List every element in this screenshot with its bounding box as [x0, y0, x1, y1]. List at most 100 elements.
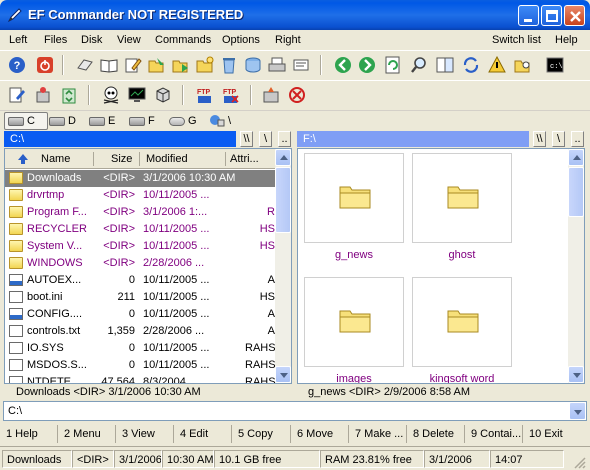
- right-vertical-scrollbar[interactable]: [568, 149, 584, 383]
- f3-view-button[interactable]: 3 View: [116, 425, 174, 443]
- cube-icon[interactable]: [154, 86, 172, 104]
- file-row[interactable]: RECYCLER <DIR> 10/11/2005 ... HS: [5, 221, 277, 238]
- scroll-up-button[interactable]: [568, 149, 584, 166]
- command-line-value: C:\: [8, 405, 23, 417]
- command-line-input[interactable]: C:\: [3, 401, 587, 421]
- close-button[interactable]: [564, 5, 585, 26]
- file-row[interactable]: CONFIG.... 0 10/11/2005 ... A: [5, 306, 277, 323]
- file-row[interactable]: Program F... <DIR> 3/1/2006 1:... R: [5, 204, 277, 221]
- scroll-thumb[interactable]: [275, 167, 291, 233]
- left-up-button[interactable]: ..: [278, 131, 291, 147]
- find-icon[interactable]: [410, 56, 428, 74]
- edit-doc-icon[interactable]: [8, 86, 26, 104]
- burn-cd-icon[interactable]: [262, 86, 280, 104]
- properties-icon[interactable]: [292, 56, 310, 74]
- ftp-connect-icon[interactable]: FTP: [196, 86, 214, 104]
- f8-delete-button[interactable]: 8 Delete: [407, 425, 465, 443]
- file-row[interactable]: System V... <DIR> 10/11/2005 ... HS: [5, 238, 277, 255]
- f1-help-button[interactable]: 1 Help: [0, 425, 58, 443]
- menu-options[interactable]: Options: [222, 34, 260, 46]
- recycle-bin-icon[interactable]: [220, 56, 238, 74]
- refresh-icon[interactable]: [384, 56, 402, 74]
- column-attributes[interactable]: Attri...: [230, 153, 259, 165]
- copy-files-icon[interactable]: [148, 56, 166, 74]
- file-row[interactable]: drvrtmp <DIR> 10/11/2005 ...: [5, 187, 277, 204]
- forward-arrow-icon[interactable]: [358, 56, 376, 74]
- f5-copy-button[interactable]: 5 Copy: [232, 425, 291, 443]
- skull-icon[interactable]: [102, 86, 120, 104]
- sync-icon[interactable]: [462, 56, 480, 74]
- f2-menu-button[interactable]: 2 Menu: [58, 425, 116, 443]
- right-root-button[interactable]: \\: [533, 131, 546, 147]
- menu-left[interactable]: Left: [9, 34, 27, 46]
- file-row[interactable]: NTDETE... 47,564 8/3/2004 ... RAHS: [5, 374, 277, 383]
- view-book-icon[interactable]: [100, 56, 118, 74]
- menu-files[interactable]: Files: [44, 34, 67, 46]
- f4-edit-button[interactable]: 4 Edit: [174, 425, 232, 443]
- search-folder-icon[interactable]: [514, 56, 532, 74]
- file-row-downloads[interactable]: Downloads <DIR> 3/1/2006 10:30 AM: [5, 170, 277, 187]
- drive-d-button[interactable]: D: [46, 112, 79, 130]
- column-modified[interactable]: Modified: [146, 153, 188, 165]
- menu-right[interactable]: Right: [275, 34, 301, 46]
- power-icon[interactable]: [36, 56, 54, 74]
- drive-c-button[interactable]: C: [4, 112, 48, 130]
- left-root-button[interactable]: \\: [240, 131, 253, 147]
- edit-pencil-icon[interactable]: [124, 56, 142, 74]
- compare-icon[interactable]: [436, 56, 454, 74]
- f7-make-dir-button[interactable]: 7 Make ...: [349, 425, 407, 443]
- menu-commands[interactable]: Commands: [155, 34, 211, 46]
- right-up-button[interactable]: ..: [571, 131, 584, 147]
- packer-icon[interactable]: [34, 86, 52, 104]
- f9-container-button[interactable]: 9 Contai...: [465, 425, 523, 443]
- file-row[interactable]: controls.txt 1,359 2/28/2006 ... A: [5, 323, 277, 340]
- cancel-icon[interactable]: [288, 86, 306, 104]
- left-path[interactable]: C:\: [4, 131, 236, 147]
- file-row[interactable]: boot.ini 211 10/11/2005 ... HS: [5, 289, 277, 306]
- drive-g-button[interactable]: G: [166, 112, 200, 130]
- scroll-up-button[interactable]: [275, 149, 291, 166]
- left-back-button[interactable]: \: [259, 131, 272, 147]
- new-folder-icon[interactable]: [196, 56, 214, 74]
- column-size[interactable]: Size: [111, 153, 132, 165]
- minimize-button[interactable]: [518, 5, 539, 26]
- network-drive-button[interactable]: \: [206, 112, 234, 130]
- drive-f-button[interactable]: F: [126, 112, 158, 130]
- recycle-icon[interactable]: [60, 86, 78, 104]
- move-files-icon[interactable]: [172, 56, 190, 74]
- eraser-icon[interactable]: [76, 56, 94, 74]
- scroll-thumb[interactable]: [568, 167, 584, 217]
- resize-grip-icon[interactable]: [572, 455, 586, 469]
- help-icon[interactable]: ?: [8, 56, 26, 74]
- right-path[interactable]: F:\: [297, 131, 529, 147]
- sort-up-arrow-icon[interactable]: [17, 153, 29, 165]
- scroll-down-button[interactable]: [275, 366, 291, 383]
- menu-help[interactable]: Help: [555, 34, 578, 46]
- maximize-button[interactable]: [541, 5, 562, 26]
- f10-exit-button[interactable]: 10 Exit: [523, 425, 589, 443]
- f6-move-button[interactable]: 6 Move: [291, 425, 349, 443]
- console-icon[interactable]: c:\: [546, 56, 564, 74]
- right-file-panel[interactable]: g_news ghost images kingsoft word: [297, 148, 585, 384]
- file-row[interactable]: AUTOEX... 0 10/11/2005 ... A: [5, 272, 277, 289]
- menu-disk[interactable]: Disk: [81, 34, 102, 46]
- back-arrow-icon[interactable]: [334, 56, 352, 74]
- left-file-panel[interactable]: Name Size Modified Attri... Downloads <D…: [4, 148, 292, 384]
- ftp-disconnect-icon[interactable]: FTP: [222, 86, 240, 104]
- column-name[interactable]: Name: [41, 153, 70, 165]
- file-row[interactable]: WINDOWS <DIR> 2/28/2006 ...: [5, 255, 277, 272]
- left-vertical-scrollbar[interactable]: [275, 149, 291, 383]
- disk-icon[interactable]: [244, 56, 262, 74]
- scroll-down-button[interactable]: [568, 366, 584, 383]
- monitor-icon[interactable]: [128, 86, 146, 104]
- right-back-button[interactable]: \: [552, 131, 565, 147]
- drive-e-button[interactable]: E: [86, 112, 118, 130]
- menu-view[interactable]: View: [117, 34, 141, 46]
- file-row[interactable]: MSDOS.S... 0 10/11/2005 ... RAHS: [5, 357, 277, 374]
- menu-switch-list[interactable]: Switch list: [492, 34, 541, 46]
- folder-icon: [339, 186, 371, 209]
- warning-icon[interactable]: [488, 56, 506, 74]
- print-icon[interactable]: [268, 56, 286, 74]
- file-row[interactable]: IO.SYS 0 10/11/2005 ... RAHS: [5, 340, 277, 357]
- command-history-dropdown[interactable]: [569, 402, 586, 420]
